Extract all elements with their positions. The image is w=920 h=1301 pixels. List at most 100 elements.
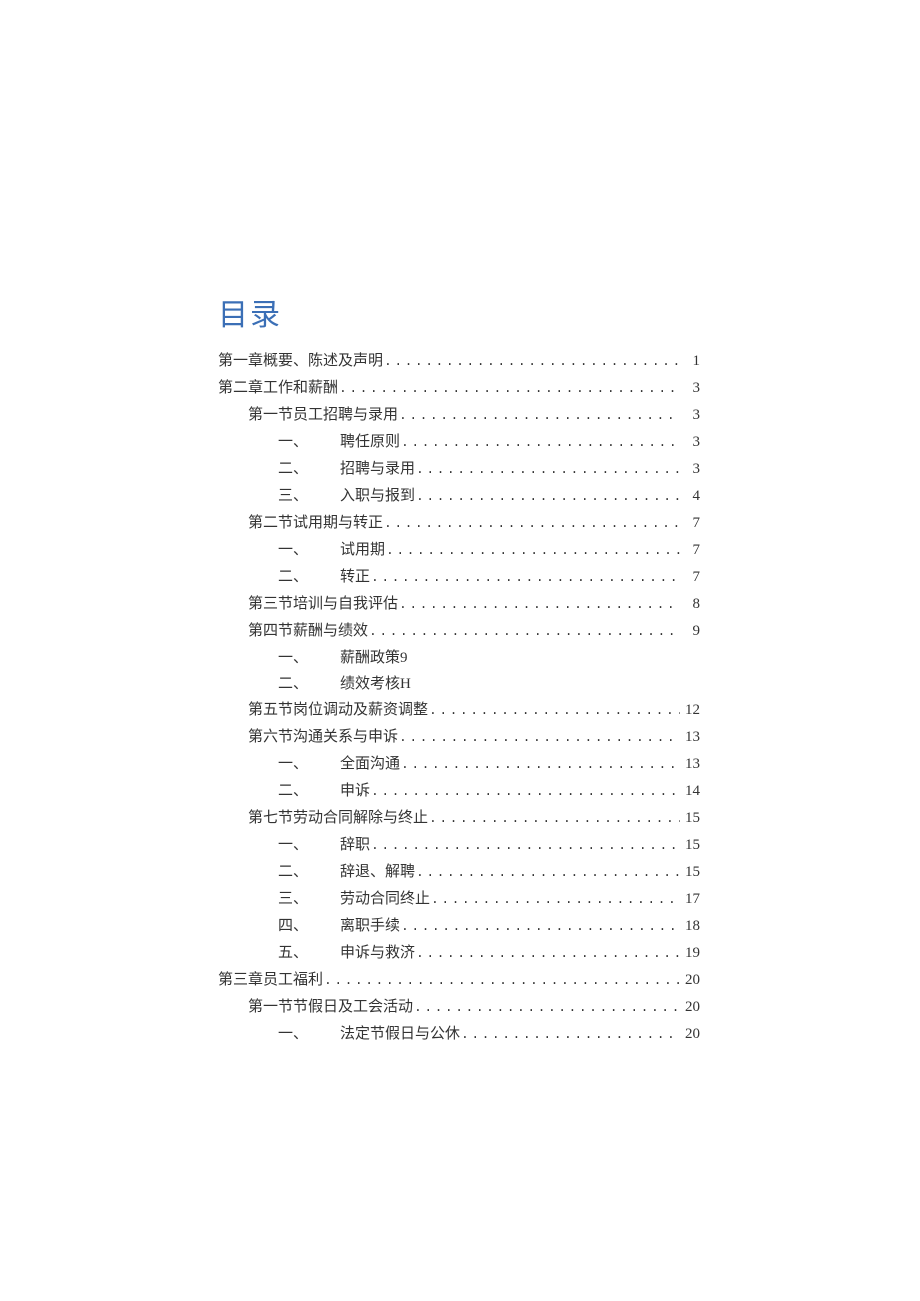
toc-entry-page: 3 xyxy=(680,402,700,428)
toc-entry-label: 试用期 xyxy=(340,537,385,563)
toc-entry-page: 20 xyxy=(680,967,700,993)
toc-entry: 一、全面沟通13 xyxy=(218,751,700,778)
toc-title: 目录 xyxy=(218,290,700,334)
toc-entry-label: 第一节员工招聘与录用 xyxy=(248,402,398,428)
toc-entry-page: 3 xyxy=(680,375,700,401)
toc-leader-dots xyxy=(398,403,680,429)
toc-leader-dots xyxy=(415,484,680,510)
toc-list: 第一章概要、陈述及声明1第二章工作和薪酬3第一节员工招聘与录用3一、聘任原则3二… xyxy=(218,348,700,1048)
toc-entry-number: 一、 xyxy=(278,751,340,777)
toc-entry-number: 第六节 xyxy=(248,724,293,750)
toc-entry-page: 18 xyxy=(680,913,700,939)
toc-entry-page: 13 xyxy=(680,751,700,777)
toc-leader-dots xyxy=(368,619,680,645)
toc-entry-label: 招聘与录用 xyxy=(340,456,415,482)
toc-entry-page: 19 xyxy=(680,940,700,966)
toc-entry-label: 辞职 xyxy=(340,832,370,858)
toc-leader-dots xyxy=(415,457,680,483)
toc-leader-dots xyxy=(400,752,680,778)
toc-entry: 第七节劳动合同解除与终止 15 xyxy=(218,805,700,832)
toc-entry-label: 劳动合同解除与终止 xyxy=(293,805,428,831)
toc-entry-number: 三、 xyxy=(278,483,340,509)
toc-entry-page: 14 xyxy=(680,778,700,804)
toc-entry-label: 薪酬与绩效 xyxy=(293,618,368,644)
toc-leader-dots xyxy=(370,833,680,859)
toc-entry-number: 四、 xyxy=(278,913,340,939)
toc-entry-page: 7 xyxy=(680,537,700,563)
toc-entry: 五、申诉与救济19 xyxy=(218,940,700,967)
toc-entry-label: 离职手续 xyxy=(340,913,400,939)
toc-entry-label: 薪酬政策 xyxy=(340,645,400,671)
toc-leader-dots xyxy=(385,538,680,564)
document-page: 目录 第一章概要、陈述及声明1第二章工作和薪酬3第一节员工招聘与录用3一、聘任原… xyxy=(0,0,920,1301)
toc-entry-page: 15 xyxy=(680,832,700,858)
toc-entry-label: 法定节假日与公休 xyxy=(340,1021,460,1047)
toc-entry-number: 一、 xyxy=(278,537,340,563)
toc-entry-label: 培训与自我评估 xyxy=(293,591,398,617)
toc-entry: 二、申诉 14 xyxy=(218,778,700,805)
toc-entry-page: 15 xyxy=(680,805,700,831)
toc-entry-page: 20 xyxy=(680,994,700,1020)
toc-entry-number: 第五节 xyxy=(248,697,293,723)
toc-entry-label: 绩效考核 xyxy=(340,671,400,697)
toc-entry-number: 一、 xyxy=(278,832,340,858)
toc-entry-label: 第一章概要、陈述及声明 xyxy=(218,348,383,374)
toc-leader-dots xyxy=(383,349,680,375)
toc-leader-dots xyxy=(460,1022,680,1048)
toc-entry: 第一节节假日及工会活动 20 xyxy=(218,994,700,1021)
toc-entry: 一、聘任原则 3 xyxy=(218,429,700,456)
toc-leader-dots xyxy=(370,565,680,591)
toc-entry-label: 入职与报到 xyxy=(340,483,415,509)
toc-leader-dots xyxy=(338,376,680,402)
toc-leader-dots xyxy=(430,887,680,913)
toc-entry-label: 聘任原则 xyxy=(340,429,400,455)
toc-entry-page: 15 xyxy=(680,859,700,885)
toc-entry: 三、劳动合同终止17 xyxy=(218,886,700,913)
toc-leader-dots xyxy=(413,995,680,1021)
toc-entry-number: 第一节 xyxy=(248,994,293,1020)
toc-entry: 一、辞职 15 xyxy=(218,832,700,859)
toc-entry-number: 二、 xyxy=(278,859,340,885)
toc-entry-label: 辞退、解聘 xyxy=(340,859,415,885)
toc-entry: 第二章工作和薪酬 3 xyxy=(218,375,700,402)
toc-entry-number: 第七节 xyxy=(248,805,293,831)
toc-entry-label: 第二章工作和薪酬 xyxy=(218,375,338,401)
toc-entry-label: 岗位调动及薪资调整 xyxy=(293,697,428,723)
toc-entry-page: 1 xyxy=(680,348,700,374)
toc-leader-dots xyxy=(370,779,680,805)
toc-entry: 第一节员工招聘与录用 3 xyxy=(218,402,700,429)
toc-entry-number: 一、 xyxy=(278,645,340,671)
toc-entry: 二、绩效考核H xyxy=(218,671,700,697)
toc-entry-number: 一、 xyxy=(278,429,340,455)
toc-entry: 二、转正7 xyxy=(218,564,700,591)
toc-entry-label: 申诉 xyxy=(340,778,370,804)
toc-entry-page: 7 xyxy=(680,510,700,536)
toc-entry-number: 二、 xyxy=(278,778,340,804)
toc-entry-label: 节假日及工会活动 xyxy=(293,994,413,1020)
toc-leader-dots xyxy=(428,806,680,832)
toc-leader-dots xyxy=(323,968,680,994)
toc-leader-dots xyxy=(400,430,680,456)
toc-entry-page: 17 xyxy=(680,886,700,912)
toc-entry-number: 五、 xyxy=(278,940,340,966)
toc-entry-page: 7 xyxy=(680,564,700,590)
toc-entry: 第一章概要、陈述及声明 1 xyxy=(218,348,700,375)
toc-entry: 四、离职手续 18 xyxy=(218,913,700,940)
toc-leader-dots xyxy=(398,592,680,618)
toc-entry-number: 一、 xyxy=(278,1021,340,1047)
toc-entry-label: 第三章员工福利 xyxy=(218,967,323,993)
toc-leader-dots xyxy=(398,725,680,751)
toc-entry: 第六节沟通关系与申诉13 xyxy=(218,724,700,751)
toc-entry-page: 3 xyxy=(680,429,700,455)
toc-entry-page: 4 xyxy=(680,483,700,509)
toc-entry-page: H xyxy=(400,671,411,697)
toc-entry-page: 12 xyxy=(680,697,700,723)
toc-entry-number: 二、 xyxy=(278,456,340,482)
toc-entry-number: 第三节 xyxy=(248,591,293,617)
toc-entry: 第五节岗位调动及薪资调整 12 xyxy=(218,697,700,724)
toc-entry-label: 沟通关系与申诉 xyxy=(293,724,398,750)
toc-entry: 二、招聘与录用 3 xyxy=(218,456,700,483)
toc-entry: 三、入职与报到 4 xyxy=(218,483,700,510)
toc-entry: 二、辞退、解聘 15 xyxy=(218,859,700,886)
toc-entry-page: 3 xyxy=(680,456,700,482)
